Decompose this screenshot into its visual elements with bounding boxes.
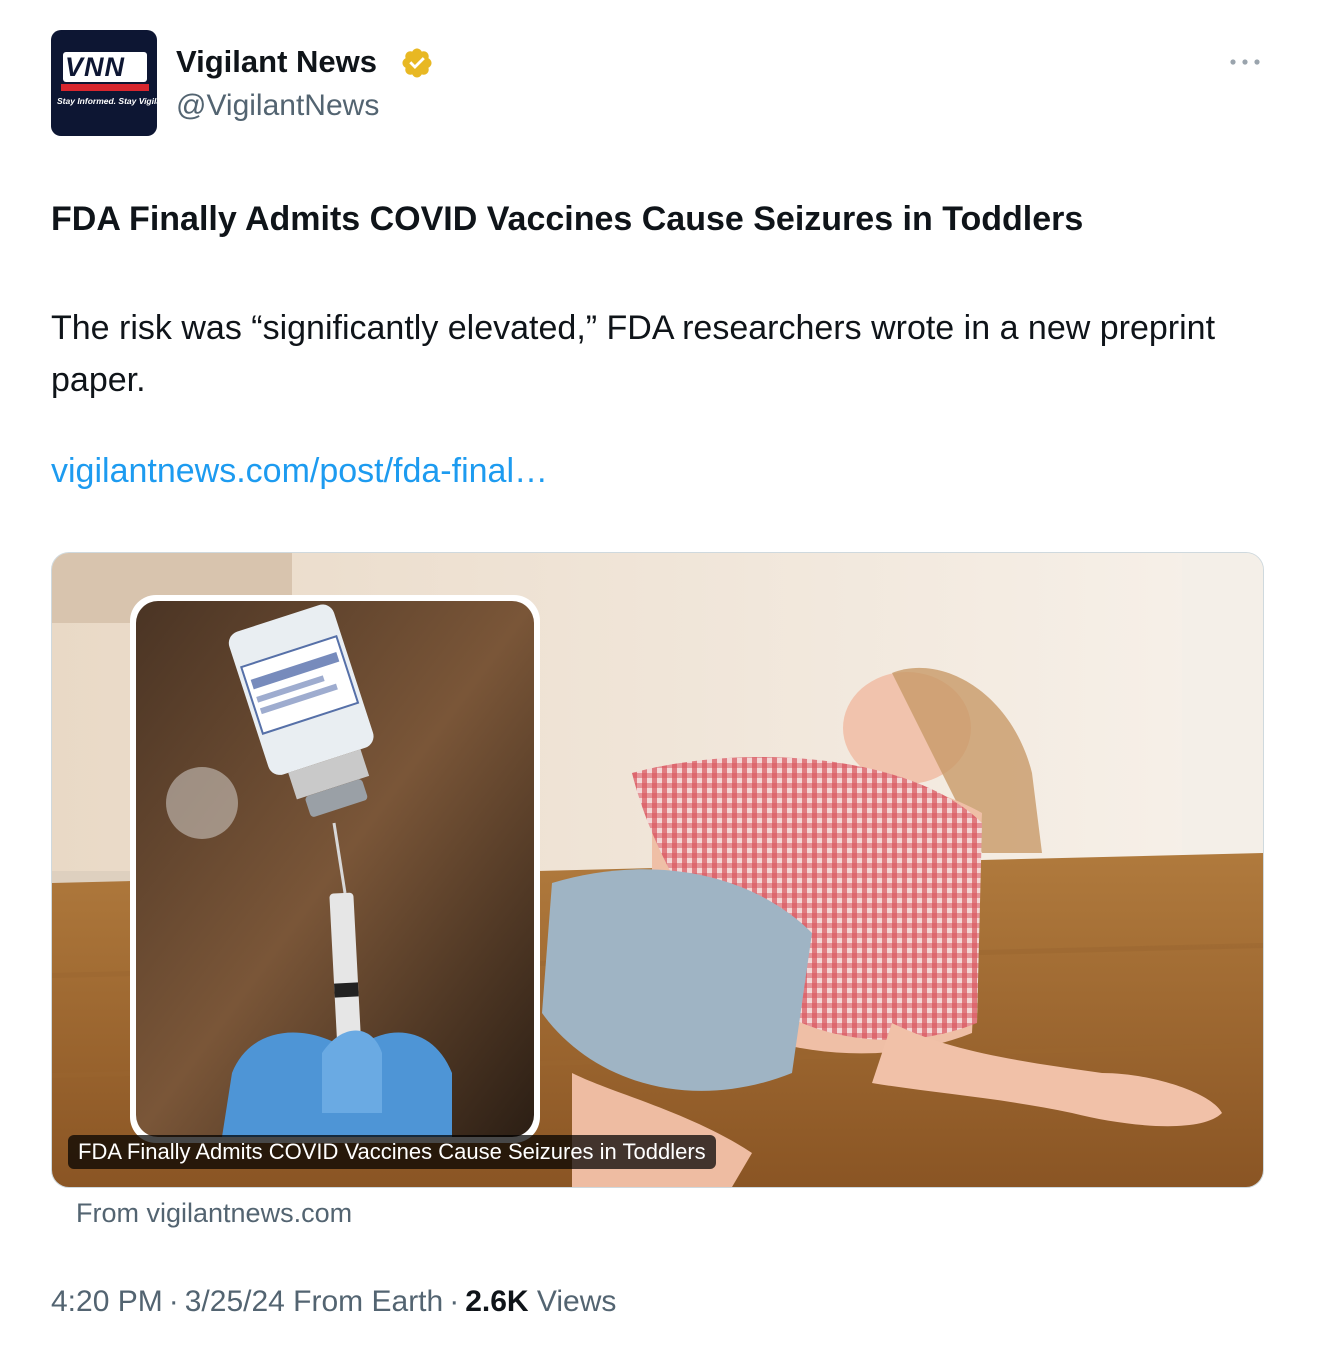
author-display-name[interactable]: Vigilant News <box>176 44 377 80</box>
views-label: Views <box>536 1285 617 1318</box>
verified-badge-icon[interactable] <box>400 46 434 80</box>
post-date[interactable]: 3/25/24 <box>185 1285 285 1318</box>
logo-tagline: Stay Informed. Stay Vigilant. <box>57 96 157 106</box>
link-card[interactable]: FDA Finally Admits COVID Vaccines Cause … <box>51 552 1264 1188</box>
separator: · <box>449 1285 460 1318</box>
post-meta: 4:20 PM · 3/25/24 From Earth · 2.6K Views <box>51 1285 616 1319</box>
post-title: FDA Finally Admits COVID Vaccines Cause … <box>51 200 1084 238</box>
views-count[interactable]: 2.6K <box>465 1285 528 1318</box>
post-link[interactable]: vigilantnews.com/post/fda-final… <box>51 452 548 491</box>
card-caption: FDA Finally Admits COVID Vaccines Cause … <box>68 1135 716 1169</box>
post-time[interactable]: 4:20 PM <box>51 1285 163 1318</box>
card-source[interactable]: From vigilantnews.com <box>76 1198 352 1229</box>
post-body: The risk was “significantly elevated,” F… <box>51 309 1216 399</box>
author-handle[interactable]: @VigilantNews <box>176 89 379 123</box>
separator: · <box>168 1285 179 1318</box>
logo-network-bar <box>61 84 149 91</box>
logo-text: VNN <box>65 52 126 82</box>
author-avatar[interactable]: VNN Stay Informed. Stay Vigilant. <box>51 30 157 136</box>
more-options-icon[interactable] <box>1228 52 1262 72</box>
card-image <box>52 553 1263 1187</box>
post-location: From Earth <box>293 1285 444 1318</box>
